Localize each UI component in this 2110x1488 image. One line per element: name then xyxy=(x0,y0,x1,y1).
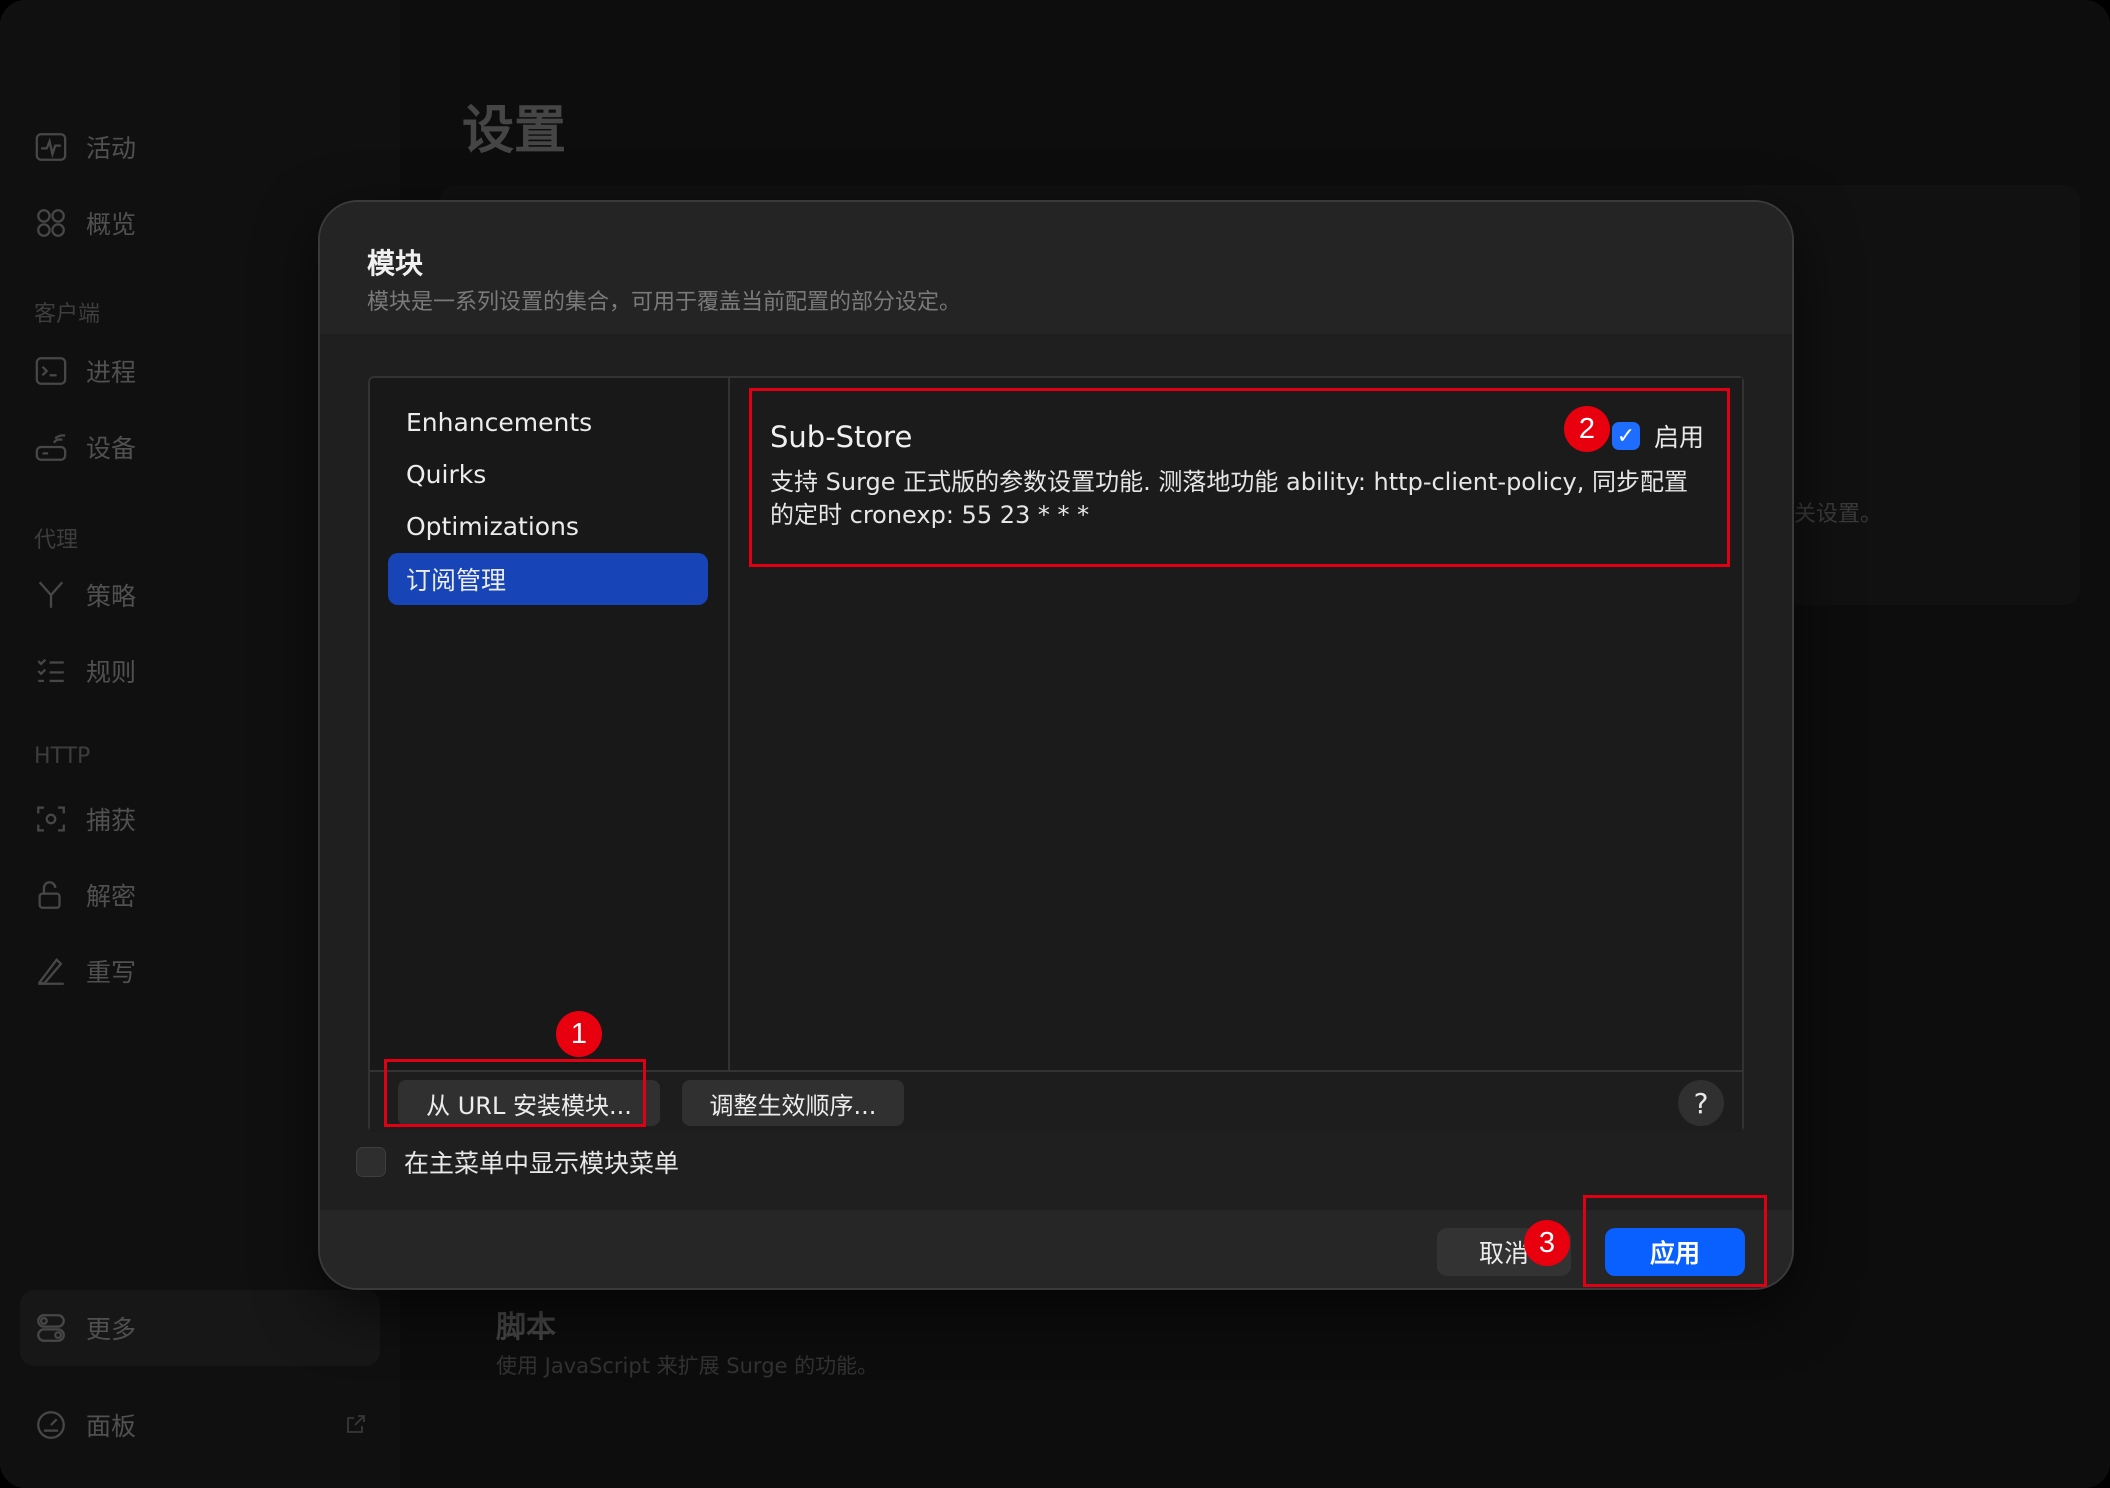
app-window: 活动 概览 客户端 进程 设备 代理 策略 规则 HTTP 捕获 解密 重写 更… xyxy=(0,0,2110,1488)
dialog-title: 模块 xyxy=(367,247,424,280)
install-from-url-button[interactable]: 从 URL 安装模块... xyxy=(398,1080,660,1126)
module-item-enhancements[interactable]: Enhancements xyxy=(388,396,708,448)
module-description: 支持 Surge 正式版的参数设置功能. 测落地功能 ability: http… xyxy=(770,468,1688,529)
dialog-header: 模块 模块是一系列设置的集合，可用于覆盖当前配置的部分设定。 xyxy=(320,202,1792,334)
module-list: Enhancements Quirks Optimizations 订阅管理 xyxy=(370,378,730,1070)
enable-checkbox[interactable]: ✓ xyxy=(1611,422,1640,450)
show-menu-checkbox[interactable] xyxy=(356,1147,386,1177)
module-item-subscription[interactable]: 订阅管理 xyxy=(388,553,708,605)
checkmark-icon: ✓ xyxy=(1616,423,1636,449)
module-item-optimizations[interactable]: Optimizations xyxy=(388,500,708,552)
reorder-modules-button[interactable]: 调整生效顺序... xyxy=(682,1080,904,1126)
enable-toggle[interactable]: ✓ 启用 xyxy=(1611,418,1704,454)
annotation-badge-2: 2 xyxy=(1564,406,1610,452)
module-name: Sub-Store xyxy=(770,420,913,454)
enable-label: 启用 xyxy=(1653,423,1704,452)
dialog-subtitle: 模块是一系列设置的集合，可用于覆盖当前配置的部分设定。 xyxy=(367,290,962,315)
module-item-label: Quirks xyxy=(406,459,487,489)
annotation-badge-1: 1 xyxy=(556,1011,602,1057)
show-menu-label: 在主菜单中显示模块菜单 xyxy=(404,1149,680,1178)
show-menu-option[interactable]: 在主菜单中显示模块菜单 xyxy=(356,1144,679,1180)
dialog-footer: 取消 应用 xyxy=(320,1210,1792,1288)
help-button[interactable]: ? xyxy=(1678,1080,1724,1126)
module-item-label: Optimizations xyxy=(406,511,579,541)
modules-toolbar: 从 URL 安装模块... 调整生效顺序... ? xyxy=(370,1070,1742,1132)
module-item-label: Enhancements xyxy=(406,407,593,437)
apply-button[interactable]: 应用 xyxy=(1605,1228,1745,1276)
module-item-label: 订阅管理 xyxy=(406,566,507,595)
annotation-badge-3: 3 xyxy=(1524,1220,1570,1266)
modules-dialog: 模块 模块是一系列设置的集合，可用于覆盖当前配置的部分设定。 Enhanceme… xyxy=(318,200,1794,1290)
module-detail: Sub-Store ✓ 启用 支持 Surge 正式版的参数设置功能. 测落地功… xyxy=(730,378,1742,1070)
module-item-quirks[interactable]: Quirks xyxy=(388,448,708,500)
